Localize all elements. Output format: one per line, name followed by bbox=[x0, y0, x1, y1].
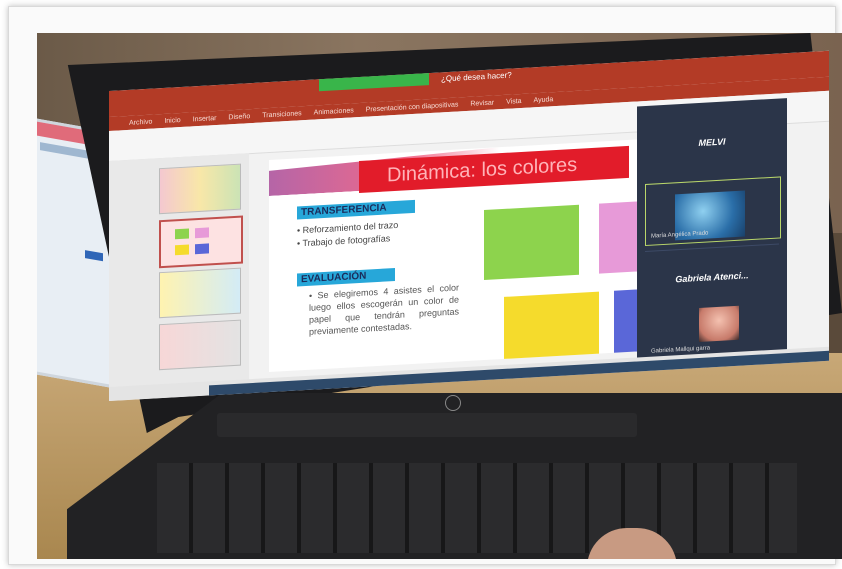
tab-archivo[interactable]: Archivo bbox=[129, 118, 152, 126]
section-heading-evaluacion: EVALUACIÓN bbox=[297, 268, 395, 287]
tab-inicio[interactable]: Inicio bbox=[164, 116, 180, 124]
slide-thumbnail-selected[interactable] bbox=[159, 215, 243, 269]
hp-logo bbox=[445, 395, 461, 411]
slide-thumbnail[interactable] bbox=[159, 319, 241, 371]
tab-transiciones[interactable]: Transiciones bbox=[262, 110, 301, 119]
tab-vista[interactable]: Vista bbox=[506, 97, 521, 105]
photo: ¿Qué desea hacer? Archivo Inicio Inserta… bbox=[37, 33, 842, 559]
green-swatch bbox=[484, 204, 579, 281]
photo-frame: ¿Qué desea hacer? Archivo Inicio Inserta… bbox=[8, 6, 842, 565]
thumb-swatch bbox=[175, 228, 189, 240]
yellow-swatch bbox=[504, 291, 599, 359]
slide-thumbnail[interactable] bbox=[159, 267, 241, 319]
laptop-screen: ¿Qué desea hacer? Archivo Inicio Inserta… bbox=[109, 50, 829, 401]
tab-insertar[interactable]: Insertar bbox=[193, 114, 217, 122]
tab-diseno[interactable]: Diseño bbox=[228, 113, 250, 121]
thumb-swatch bbox=[195, 243, 209, 255]
slide-thumbnails bbox=[109, 153, 249, 391]
zoom-participants-panel: MELVI María Angélica Prado Gabriela Aten… bbox=[637, 98, 787, 369]
thumb-swatch bbox=[175, 244, 189, 256]
tab-revisar[interactable]: Revisar bbox=[470, 99, 494, 107]
participant-name: MELVI bbox=[698, 136, 726, 149]
transferencia-bullets: • Reforzamiento del trazo • Trabajo de f… bbox=[297, 217, 437, 251]
participant-name: Gabriela Atenci... bbox=[675, 270, 749, 285]
slide-title: Dinámica: los colores bbox=[359, 145, 629, 194]
participant-video[interactable] bbox=[699, 305, 739, 343]
secondary-monitor-button bbox=[85, 250, 103, 262]
slide-canvas: Dinámica: los colores TRANSFERENCIA • Re… bbox=[269, 138, 674, 373]
evaluacion-text: • Se elegiremos 4 asistes el color luego… bbox=[309, 282, 460, 337]
tab-animaciones[interactable]: Animaciones bbox=[314, 107, 354, 116]
tab-ayuda[interactable]: Ayuda bbox=[534, 96, 554, 104]
slide-thumbnail[interactable] bbox=[159, 163, 241, 215]
section-heading-transferencia: TRANSFERENCIA bbox=[297, 199, 415, 220]
thumb-swatch bbox=[195, 227, 209, 239]
tell-me-search[interactable]: ¿Qué desea hacer? bbox=[441, 70, 512, 83]
keyboard bbox=[157, 463, 797, 553]
laptop-hinge bbox=[217, 413, 637, 437]
